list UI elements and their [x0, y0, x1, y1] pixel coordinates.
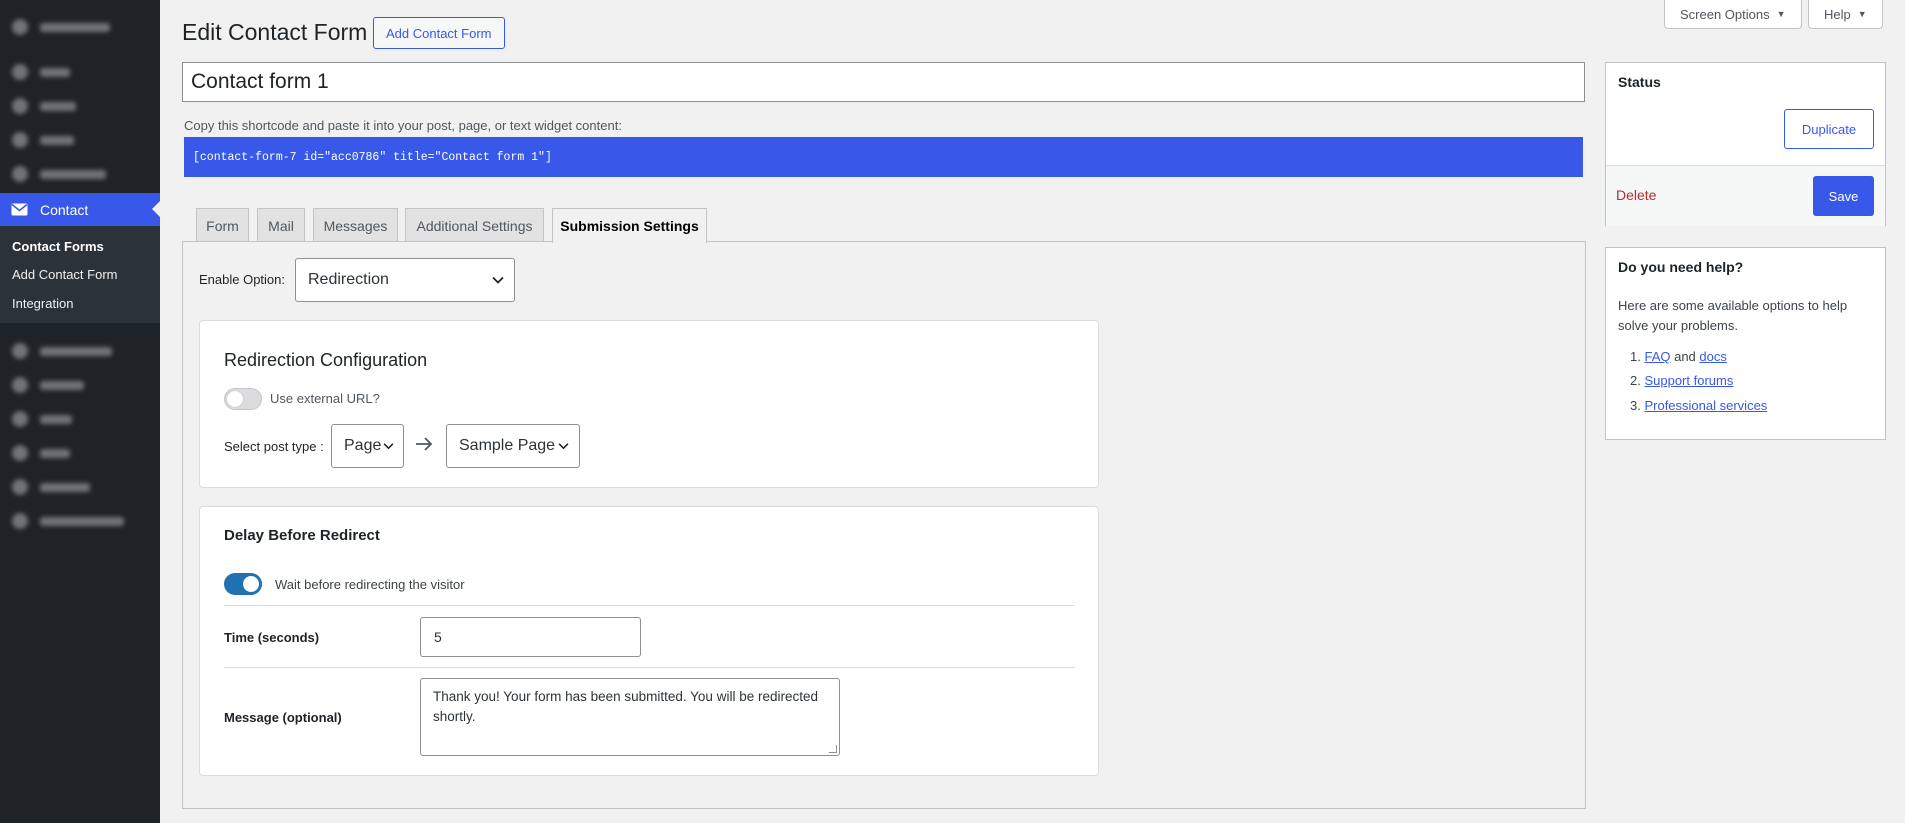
resize-handle-icon[interactable] [829, 745, 837, 753]
enable-option-label: Enable Option: [199, 272, 286, 287]
sidebar-item-dashboard-blurred[interactable] [12, 19, 110, 35]
duplicate-button[interactable]: Duplicate [1784, 109, 1874, 149]
sidebar-item-users-blurred[interactable] [12, 411, 72, 427]
external-url-label: Use external URL? [270, 391, 380, 406]
toggle-knob [243, 576, 259, 592]
sidebar-item-comments-blurred[interactable] [12, 166, 106, 182]
sidebar-item-settings-blurred[interactable] [12, 479, 90, 495]
professional-services-link[interactable]: Professional services [1644, 398, 1767, 413]
help-list-item: 2. Support forums [1630, 373, 1733, 388]
status-title: Status [1618, 74, 1661, 90]
shortcode-field[interactable]: [contact-form-7 id="acc0786" title="Cont… [184, 137, 1583, 177]
add-contact-form-button[interactable]: Add Contact Form [373, 17, 505, 49]
sidebar-item-tools-blurred[interactable] [12, 445, 70, 461]
help-item-number: 3. [1630, 398, 1641, 413]
post-type-value: Page [344, 437, 382, 454]
sidebar-item-contact[interactable]: Contact [0, 193, 160, 226]
sidebar-item-pages-blurred[interactable] [12, 132, 74, 148]
redirection-config-title: Redirection Configuration [224, 350, 428, 370]
help-title: Do you need help? [1618, 259, 1744, 275]
sidebar-item-posts-blurred[interactable] [12, 64, 70, 80]
message-optional-label: Message (optional) [224, 710, 342, 725]
screen-options-button[interactable]: Screen Options ▼ [1664, 0, 1802, 29]
save-button[interactable]: Save [1813, 176, 1874, 216]
form-title-input[interactable]: Contact form 1 [182, 62, 1585, 102]
sidebar-item-media-blurred[interactable] [12, 98, 76, 114]
chevron-down-icon [558, 443, 569, 450]
submenu-item-add-contact-form[interactable]: Add Contact Form [12, 267, 118, 282]
tab-form[interactable]: Form [196, 208, 249, 242]
current-menu-arrow [152, 201, 160, 217]
message-textarea-value: Thank you! Your form has been submitted.… [433, 689, 818, 724]
help-tab-label: Help [1824, 6, 1851, 22]
tab-additional-settings[interactable]: Additional Settings [405, 208, 544, 242]
envelope-icon [11, 203, 28, 216]
chevron-down-icon [383, 443, 394, 450]
admin-sidebar: Contact Contact Forms Add Contact Form I… [0, 0, 160, 823]
page-select-value: Sample Page [459, 437, 556, 454]
enable-option-value: Redirection [308, 271, 389, 288]
submenu-item-integration[interactable]: Integration [12, 296, 73, 311]
docs-link[interactable]: docs [1699, 349, 1726, 364]
shortcode-description: Copy this shortcode and paste it into yo… [184, 118, 622, 133]
help-box: Do you need help? Here are some availabl… [1605, 247, 1886, 440]
help-item-number: 2. [1630, 373, 1641, 388]
sidebar-item-plugins-blurred[interactable] [12, 377, 84, 393]
time-seconds-label: Time (seconds) [224, 630, 320, 645]
status-box: Status Duplicate Delete Save [1605, 62, 1886, 226]
help-list-item: 1. FAQ and docs [1630, 349, 1727, 364]
help-description: Here are some available options to help … [1618, 298, 1848, 333]
tab-messages[interactable]: Messages [313, 208, 398, 242]
message-textarea[interactable]: Thank you! Your form has been submitted.… [420, 678, 840, 756]
post-type-label: Select post type : [224, 439, 324, 454]
wait-before-redirect-toggle[interactable] [224, 573, 262, 595]
toggle-knob [227, 391, 243, 407]
external-url-toggle[interactable] [224, 388, 262, 410]
wait-before-redirect-label: Wait before redirecting the visitor [275, 577, 465, 592]
divider [224, 605, 1075, 606]
caret-down-icon: ▼ [1776, 9, 1786, 19]
enable-option-select[interactable]: Redirection [295, 258, 515, 302]
status-actions: Delete Save [1606, 166, 1885, 226]
caret-down-icon: ▼ [1857, 9, 1867, 19]
chevron-down-icon [492, 276, 504, 284]
post-type-select[interactable]: Page [331, 424, 404, 468]
contact-submenu: Contact Forms Add Contact Form Integrati… [0, 226, 160, 323]
tab-mail[interactable]: Mail [257, 208, 305, 242]
tab-submission-settings[interactable]: Submission Settings [552, 208, 707, 243]
help-tab-button[interactable]: Help ▼ [1808, 0, 1883, 29]
divider [224, 667, 1075, 668]
help-list-item: 3. Professional services [1630, 398, 1767, 413]
delay-title: Delay Before Redirect [224, 527, 380, 544]
help-item-number: 1. [1630, 349, 1641, 364]
screen-options-label: Screen Options [1680, 6, 1770, 22]
faq-link[interactable]: FAQ [1644, 349, 1670, 364]
delete-link[interactable]: Delete [1616, 187, 1656, 203]
arrow-right-icon [415, 436, 433, 452]
submenu-item-contact-forms[interactable]: Contact Forms [12, 239, 104, 254]
sidebar-item-contact-label: Contact [40, 201, 89, 218]
help-item-connector: and [1670, 349, 1700, 364]
page-select[interactable]: Sample Page [446, 424, 580, 468]
time-seconds-input[interactable]: 5 [420, 617, 641, 657]
support-forums-link[interactable]: Support forums [1644, 373, 1733, 388]
sidebar-item-appearance-blurred[interactable] [12, 343, 112, 359]
sidebar-item-extra-blurred[interactable] [12, 513, 124, 529]
page-title: Edit Contact Form [182, 19, 368, 45]
